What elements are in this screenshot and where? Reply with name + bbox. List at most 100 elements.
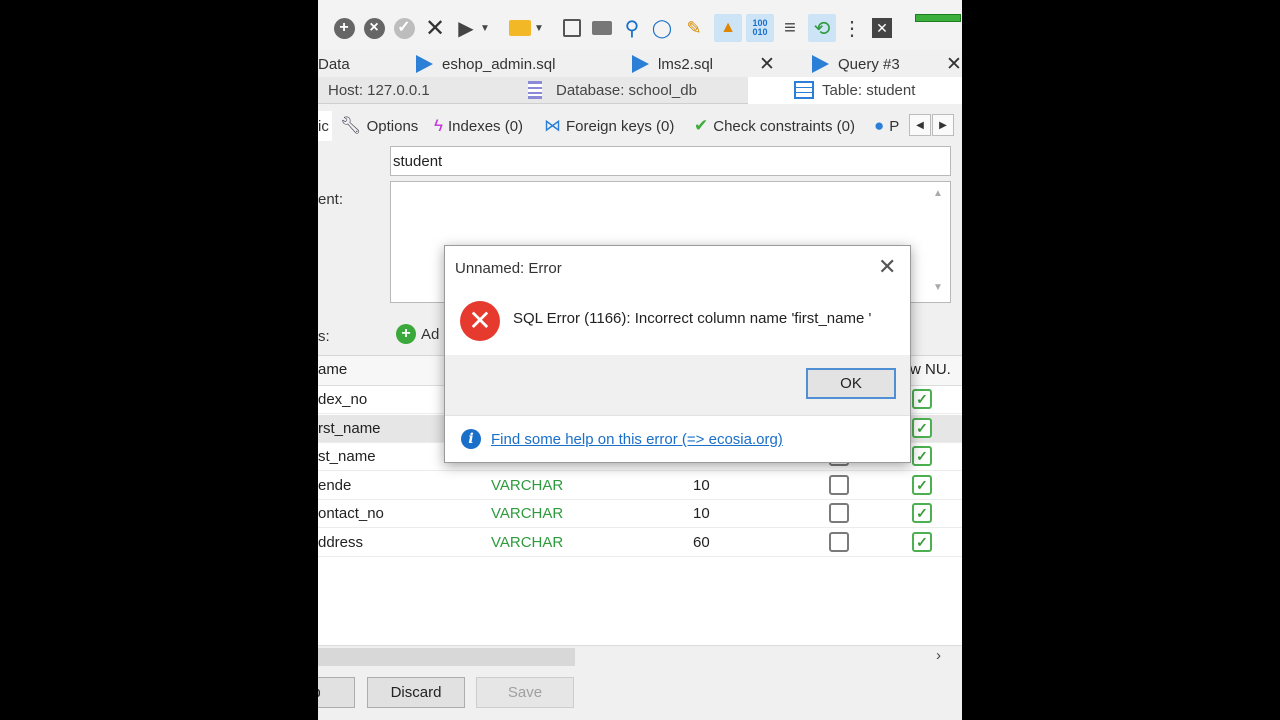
column-name-cell[interactable]: dex_no xyxy=(318,391,367,408)
column-type-cell[interactable]: VARCHAR xyxy=(491,477,563,494)
tab-lms2[interactable]: lms2.sql xyxy=(632,50,713,78)
error-dialog: Unnamed: Error ✕ ✕ SQL Error (1166): Inc… xyxy=(444,245,911,463)
tab-label: Check constraints (0) xyxy=(713,117,855,135)
error-message: SQL Error (1166): Incorrect column name … xyxy=(513,310,872,327)
add-icon[interactable]: + xyxy=(330,14,358,42)
comment-scrollbar[interactable]: ▲ ▼ xyxy=(928,182,950,302)
allow-null-checkbox[interactable]: ✓ xyxy=(912,446,932,466)
tab-eshop-admin[interactable]: eshop_admin.sql xyxy=(416,50,555,78)
foreign-key-icon: ⋈ xyxy=(544,116,561,135)
tab-foreign-keys[interactable]: ⋈ Foreign keys (0) xyxy=(544,111,674,141)
chevron-right-icon[interactable]: › xyxy=(936,647,941,664)
dialog-help-area: i Find some help on this error (=> ecosi… xyxy=(445,415,910,462)
more-icon[interactable]: ⋮ xyxy=(838,14,866,42)
discard-button[interactable]: Discard xyxy=(367,677,465,708)
play-icon xyxy=(812,55,829,73)
allow-null-checkbox[interactable]: ✓ xyxy=(912,531,932,552)
dialog-title: Unnamed: Error xyxy=(455,260,562,277)
wrench-icon: 🔧︎ xyxy=(340,116,362,135)
checkmark-icon: ✔ xyxy=(694,116,709,135)
unsigned-checkbox[interactable] xyxy=(829,474,849,495)
column-length-cell[interactable]: 10 xyxy=(693,505,710,522)
table-row[interactable]: ontact_no VARCHAR 10 ✓ xyxy=(318,500,962,528)
column-length-cell[interactable]: 60 xyxy=(693,534,710,551)
column-name-cell[interactable]: ddress xyxy=(318,534,363,551)
tab-database[interactable]: Database: school_db xyxy=(480,77,744,104)
close-tab-icon[interactable]: ✕ xyxy=(946,53,962,76)
search-icon[interactable]: ⚲ xyxy=(618,14,646,42)
unsigned-checkbox[interactable] xyxy=(829,531,849,552)
tab-indexes[interactable]: ϟ Indexes (0) xyxy=(434,111,523,141)
table-row[interactable]: ende VARCHAR 10 ✓ xyxy=(318,472,962,500)
error-icon: ✕ xyxy=(460,301,500,341)
play-icon xyxy=(416,55,433,73)
status-bar-indicator xyxy=(915,14,961,22)
unsigned-checkbox[interactable] xyxy=(829,503,849,523)
exit-icon[interactable]: ✕ xyxy=(868,14,896,42)
broom-icon[interactable]: ✎ xyxy=(680,14,708,42)
tab-label: Query #3 xyxy=(838,55,900,73)
table-editor-tabs: ic 🔧︎ Options ϟ Indexes (0) ⋈ Foreign ke… xyxy=(318,111,962,141)
check-circle-icon[interactable]: ✓ xyxy=(390,14,418,42)
dialog-close-icon[interactable]: ✕ xyxy=(878,254,896,280)
tab-partitions[interactable]: ● P xyxy=(874,111,910,141)
help-link[interactable]: Find some help on this error (=> ecosia.… xyxy=(491,431,783,448)
query-tab-bar: Data eshop_admin.sql lms2.sql ✕ Query #3… xyxy=(318,50,962,78)
add-label: Ad xyxy=(421,325,440,343)
warning-icon[interactable]: ▲ xyxy=(714,14,742,42)
allow-null-checkbox[interactable]: ✓ xyxy=(912,417,932,438)
save-icon[interactable] xyxy=(558,14,586,42)
column-name-cell[interactable]: rst_name xyxy=(318,420,381,437)
tab-label: ic xyxy=(318,117,329,135)
tab-label: Foreign keys (0) xyxy=(566,117,675,135)
tab-host[interactable]: Host: 127.0.0.1 xyxy=(318,77,478,104)
run-icon[interactable]: ▶ xyxy=(452,14,480,42)
table-name-input[interactable] xyxy=(390,146,951,176)
info-icon: i xyxy=(461,429,481,449)
tab-basic[interactable]: ic xyxy=(318,111,332,141)
tab-check-constraints[interactable]: ✔ Check constraints (0) xyxy=(694,111,855,141)
binary-icon[interactable]: 100 010 xyxy=(746,14,774,42)
chevron-down-icon[interactable]: ▼ xyxy=(532,14,546,42)
scroll-right-arrow[interactable]: ▶ xyxy=(932,114,954,136)
column-type-cell[interactable]: VARCHAR xyxy=(491,505,563,522)
close-x-icon[interactable]: ✕ xyxy=(421,14,449,42)
tab-label: P xyxy=(889,117,900,135)
tab-data[interactable]: Data xyxy=(318,50,350,78)
wrap-icon[interactable]: ≡ xyxy=(776,14,804,42)
cancel-circle-icon[interactable]: × xyxy=(360,14,388,42)
add-column-button[interactable]: + Ad xyxy=(396,324,439,344)
folder-icon[interactable] xyxy=(506,14,534,42)
scroll-left-arrow[interactable]: ◀ xyxy=(909,114,931,136)
context-tab-bar: Host: 127.0.0.1 Database: school_db Tabl… xyxy=(318,77,962,104)
dialog-button-area: OK xyxy=(445,355,910,415)
grid-horizontal-scrollbar[interactable]: › xyxy=(318,645,962,667)
printer-icon[interactable] xyxy=(588,14,616,42)
save-button[interactable]: Save xyxy=(476,677,574,708)
tab-table[interactable]: Table: student xyxy=(748,77,962,104)
tab-options[interactable]: 🔧︎ Options xyxy=(340,111,418,141)
host-label: Host: 127.0.0.1 xyxy=(328,82,430,99)
tab-query-3[interactable]: Query #3 xyxy=(812,50,900,78)
tab-label: Options xyxy=(366,117,419,135)
add-circle-icon: + xyxy=(396,324,416,344)
allow-null-checkbox[interactable]: ✓ xyxy=(912,389,932,409)
table-row[interactable]: ddress VARCHAR 60 ✓ xyxy=(318,529,962,557)
close-tab-icon[interactable]: ✕ xyxy=(759,53,775,76)
column-name-cell[interactable]: ende xyxy=(318,477,351,494)
allow-null-checkbox[interactable]: ✓ xyxy=(912,503,932,523)
column-name-cell[interactable]: st_name xyxy=(318,448,376,465)
chevron-down-icon[interactable]: ▼ xyxy=(478,14,492,42)
scrollbar-thumb[interactable] xyxy=(318,648,575,666)
ok-button[interactable]: OK xyxy=(806,368,896,399)
sync-icon[interactable]: ⟲ xyxy=(808,14,836,42)
search-replace-icon[interactable]: ◯ xyxy=(648,14,676,42)
tab-label: lms2.sql xyxy=(658,55,714,73)
column-name-cell[interactable]: ontact_no xyxy=(318,505,384,522)
header-name[interactable]: ame xyxy=(318,361,347,378)
help-button[interactable]: p xyxy=(318,677,355,708)
allow-null-checkbox[interactable]: ✓ xyxy=(912,474,932,495)
header-allow-null[interactable]: w NU. xyxy=(910,361,951,378)
column-type-cell[interactable]: VARCHAR xyxy=(491,534,563,551)
column-length-cell[interactable]: 10 xyxy=(693,477,710,494)
